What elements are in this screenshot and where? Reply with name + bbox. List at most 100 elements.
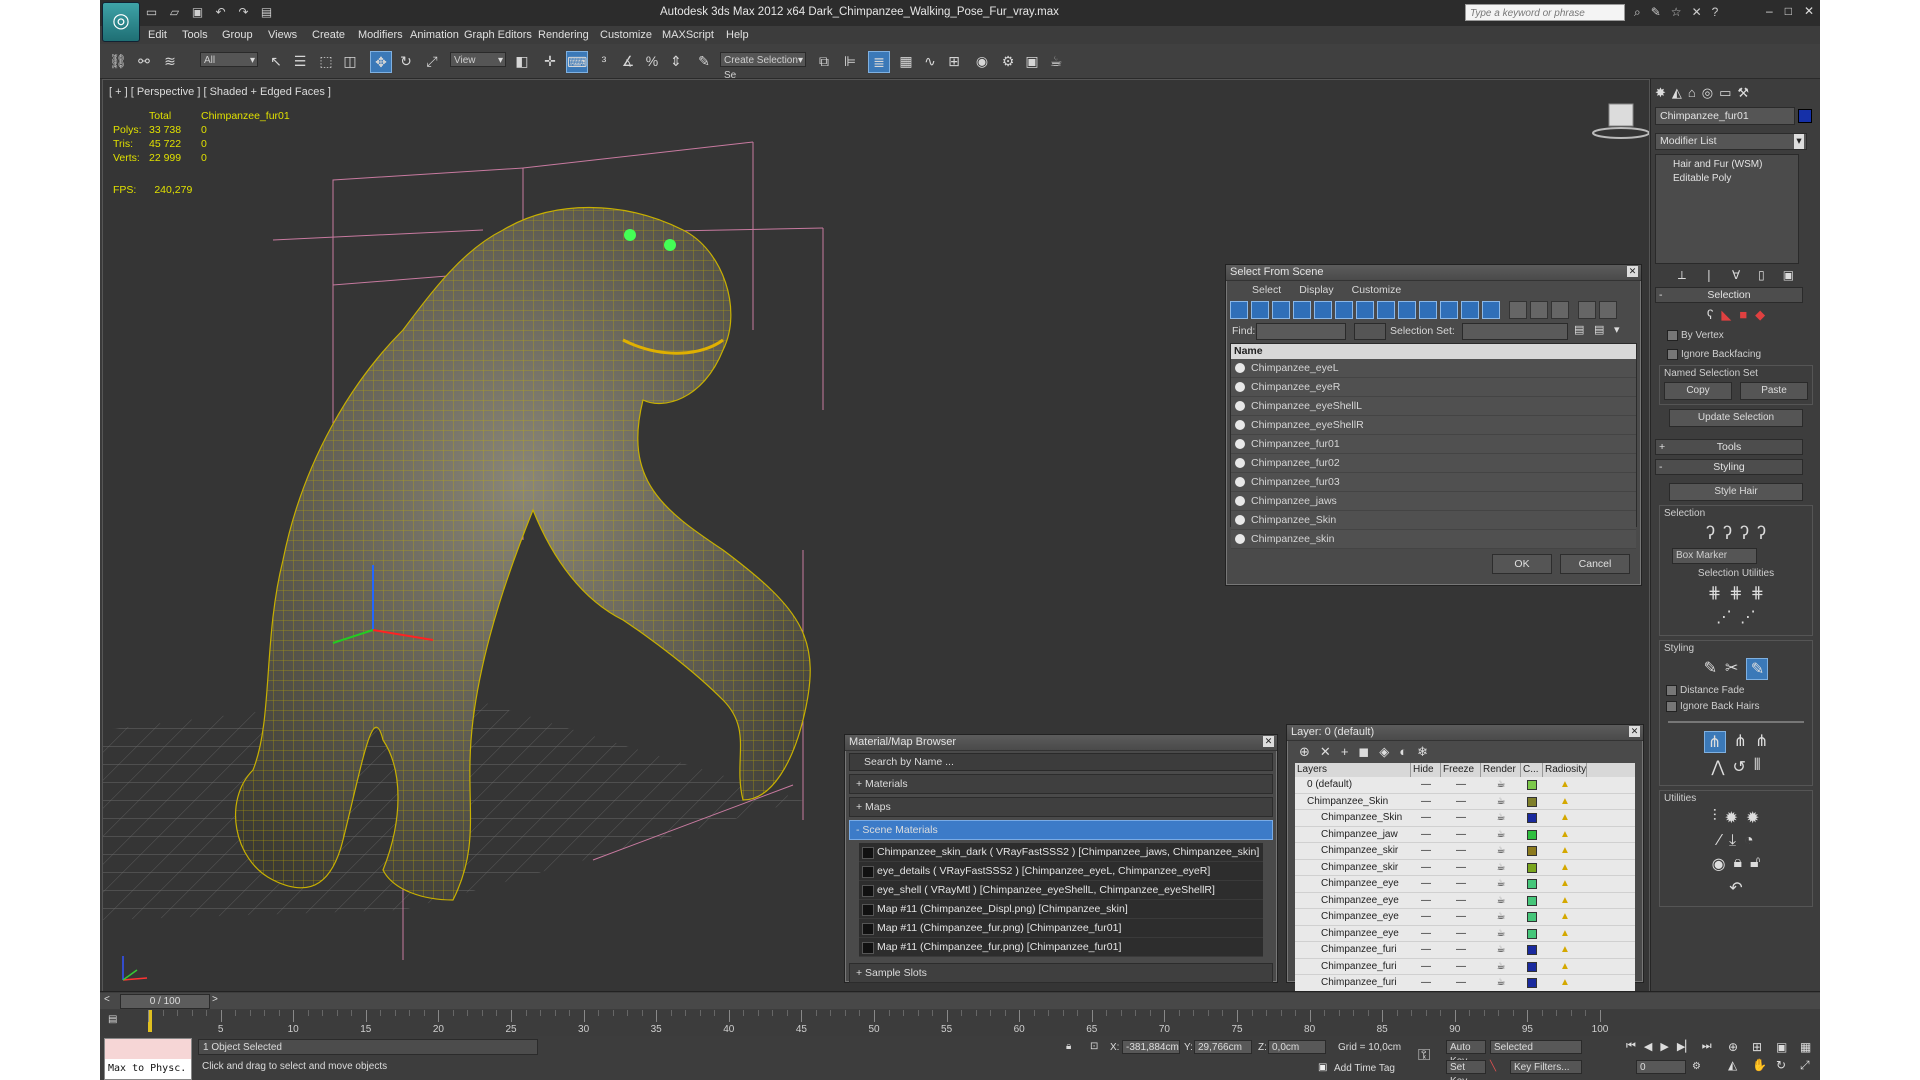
highlight-layer-icon[interactable]: ◈ [1379,744,1389,760]
star-icon[interactable]: ☆ [1671,5,1682,20]
menu-group[interactable]: Group [222,29,253,41]
hide-toggle[interactable]: — [1411,777,1441,793]
delete-layer-icon[interactable]: ✕ [1320,744,1331,760]
radiosity-icon[interactable]: ▲ [1543,810,1587,826]
new-file-icon[interactable]: ▭ [144,5,159,20]
render-toggle-icon[interactable]: ☕ [1481,777,1521,793]
close-icon[interactable]: ✕ [1629,726,1640,737]
maximize-viewport-icon[interactable]: ⤢ [1800,1058,1820,1073]
open-file-icon[interactable]: ▱ [167,5,182,20]
table-row[interactable]: 0 (default) — — ☕ ▲ [1295,777,1635,794]
select-rotate-icon[interactable]: ↻ [396,51,416,71]
tools-icon[interactable]: ✎ [1651,5,1661,20]
hide-toggle[interactable]: — [1411,926,1441,942]
select-by-name-icon[interactable]: ☰ [290,51,310,71]
object-name-field[interactable]: Chimpanzee_fur01 [1655,107,1812,125]
play-icon[interactable]: ▶ [1660,1040,1668,1053]
distance-fade-checkbox[interactable]: Distance Fade [1666,684,1808,697]
named-selection-dropdown[interactable]: Create Selection Se [720,52,806,81]
stack-item-hair-fur[interactable]: Hair and Fur (WSM) [1659,158,1795,172]
render-toggle-icon[interactable]: ☕ [1481,794,1521,810]
hair-cut-icon[interactable]: ✂ [1725,658,1738,680]
freeze-toggle[interactable]: — [1441,794,1481,810]
list-item[interactable]: Chimpanzee_eyeR [1231,378,1636,397]
filter-bones-icon[interactable] [1398,301,1416,319]
time-slider-track[interactable]: < 0 / 100 > [100,993,1820,1009]
hide-selected-icon[interactable]: ⋰ [1716,607,1732,627]
col-radiosity[interactable]: Radiosity [1543,763,1587,777]
show-hidden-icon[interactable]: ⋰ [1740,607,1756,627]
menu-graph-editors[interactable]: Graph Editors [464,29,532,41]
list-item[interactable]: Chimpanzee_eyeShellL [1231,397,1636,416]
clump-tool-icon[interactable]: ⋀ [1711,757,1724,777]
toggle-hair-icon[interactable]: ◉ [1712,854,1726,874]
display-tab-icon[interactable]: ▭ [1719,85,1731,101]
render-toggle-icon[interactable]: ☕ [1481,860,1521,876]
object-color-swatch[interactable] [1798,109,1812,123]
viewcube-icon[interactable] [1591,100,1650,140]
set-remove-icon[interactable]: ▤ [1594,323,1608,337]
mirror-icon[interactable]: ⧉ [814,51,834,71]
set-key-button[interactable]: Set Key [1446,1060,1486,1080]
minimize-icon[interactable]: – [1766,4,1773,18]
tools-rollout[interactable]: + Tools [1655,439,1803,455]
table-row[interactable]: Chimpanzee_Skin — — ☕ ▲ [1295,793,1635,810]
percent-snap-icon[interactable]: % [642,51,662,71]
list-item[interactable]: Chimpanzee_jaws [1231,492,1636,511]
radiosity-icon[interactable]: ▲ [1543,926,1587,942]
filter-containers-icon[interactable] [1419,301,1437,319]
hair-brush-icon[interactable]: ✎ [1704,658,1717,680]
col-render[interactable]: Render [1481,763,1521,777]
hierarchy-icon[interactable] [1599,301,1617,319]
freeze-toggle[interactable]: — [1441,827,1481,843]
layer-name[interactable]: Chimpanzee_eye [1295,876,1411,892]
next-key-icon[interactable]: ▶▏ [1677,1040,1694,1053]
close-icon[interactable]: ✕ [1263,736,1274,747]
edit-named-sel-icon[interactable]: ✎ [694,51,714,71]
maximize-icon[interactable]: □ [1785,4,1792,18]
recomb-icon[interactable]: ⁄ [1718,832,1721,850]
table-row[interactable]: Chimpanzee_Skin — — ☕ ▲ [1295,810,1635,827]
radiosity-icon[interactable]: ▲ [1543,777,1587,793]
add-time-tag[interactable]: Add Time Tag [1334,1063,1395,1074]
filter-cameras-icon[interactable] [1293,301,1311,319]
ignore-backfacing-checkbox[interactable]: Ignore Backfacing [1667,348,1805,361]
freeze-toggle[interactable]: — [1441,860,1481,876]
layer-color-swatch[interactable] [1521,975,1543,991]
undo-icon[interactable]: ↶ [213,5,228,20]
maps-section[interactable]: + Maps [849,797,1273,817]
funnel-filter-icon[interactable] [1578,301,1596,319]
layer-name[interactable]: Chimpanzee_furi [1295,959,1411,975]
render-toggle-icon[interactable]: ☕ [1481,926,1521,942]
list-item[interactable]: Map #11 (Chimpanzee_Displ.png) [Chimpanz… [859,900,1263,919]
radiosity-icon[interactable]: ▲ [1543,860,1587,876]
rendered-frame-icon[interactable]: ▣ [1022,51,1042,71]
make-unique-icon[interactable]: ∀ [1732,268,1740,283]
maxscript-input[interactable]: Max to Physc. [105,1059,191,1079]
hide-toggle[interactable]: — [1411,893,1441,909]
layer-color-swatch[interactable] [1521,827,1543,843]
filter-groups-icon[interactable] [1356,301,1374,319]
brush-size-slider[interactable] [1668,721,1804,723]
element-icon[interactable]: ◆ [1755,307,1765,323]
update-selection-button[interactable]: Update Selection [1669,409,1803,427]
render-setup-icon[interactable]: ⚙ [998,51,1018,71]
current-frame-field[interactable]: 0 [1636,1060,1686,1074]
translate-tool-icon[interactable]: ⋔ [1703,731,1726,753]
hide-toggle[interactable]: — [1411,827,1441,843]
material-search-input[interactable]: Search by Name ... [849,753,1273,771]
find-input[interactable] [1256,323,1346,340]
previous-key-icon[interactable]: ◀ [1644,1040,1652,1053]
undo-styling-icon[interactable]: ↶ [1729,878,1742,898]
selection-set-dropdown[interactable] [1462,323,1568,340]
key-icon[interactable]: ⚿ [1418,1047,1430,1065]
close-search-icon[interactable]: ✕ [1692,5,1702,20]
radiosity-icon[interactable]: ▲ [1543,827,1587,843]
list-item[interactable]: Chimpanzee_skin [1231,530,1636,549]
orbit-icon[interactable]: ↻ [1776,1058,1796,1073]
table-row[interactable]: Chimpanzee_jaw — — ☕ ▲ [1295,826,1635,843]
add-to-layer-icon[interactable]: + [1341,744,1349,760]
menu-maxscript[interactable]: MAXScript [662,29,714,41]
table-row[interactable]: Chimpanzee_furi — — ☕ ▲ [1295,942,1635,959]
render-production-icon[interactable]: ☕ [1046,51,1066,71]
